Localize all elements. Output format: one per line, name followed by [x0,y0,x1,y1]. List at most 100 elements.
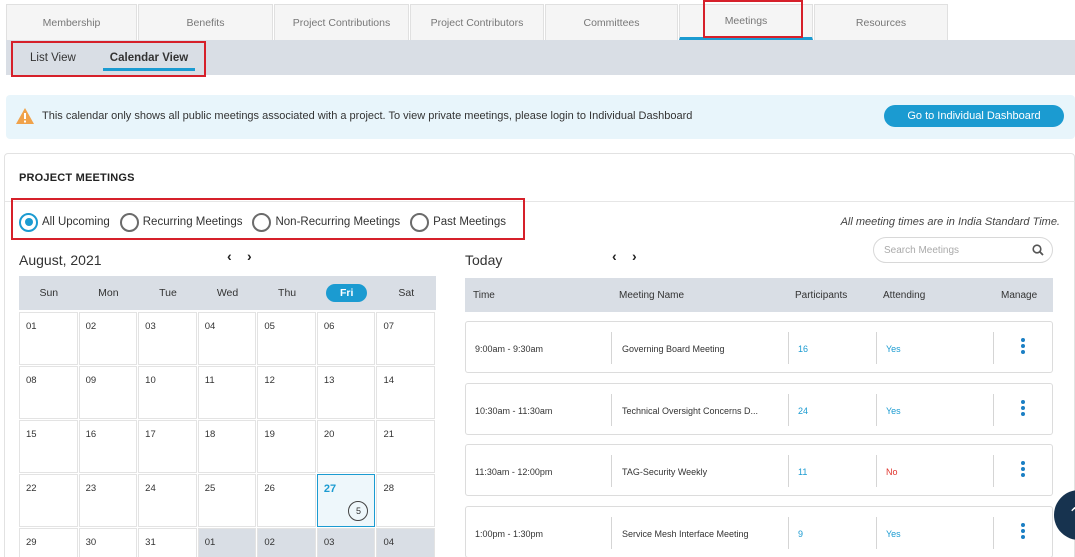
calendar-day[interactable]: 19 [257,420,316,473]
calendar-day[interactable]: 17 [138,420,197,473]
calendar-week: 15 16 17 18 19 20 21 [19,420,436,474]
row-divider [611,517,612,549]
tab-project-contributors[interactable]: Project Contributors [410,4,544,40]
meeting-count-badge: 5 [348,501,369,521]
calendar-prev-icon[interactable]: ‹ [227,248,232,264]
calendar-day[interactable]: 31 [138,528,197,557]
tab-benefits[interactable]: Benefits [138,4,273,40]
calendar-day[interactable]: 16 [78,420,138,473]
calendar-day-next-month[interactable]: 04 [376,528,436,557]
col-manage: Manage [1001,290,1038,301]
calendar-week: 01 02 03 04 05 06 07 [19,312,436,366]
weekday-fri: Fri [317,276,377,310]
meeting-row[interactable]: 11:30am - 12:00pm TAG-Security Weekly 11… [465,444,1053,496]
meeting-participants[interactable]: 24 [798,406,808,416]
top-tabs: Membership Benefits Project Contribution… [6,4,949,40]
calendar-day[interactable]: 29 [19,528,78,557]
calendar-day[interactable]: 24 [138,474,197,527]
meeting-name: Governing Board Meeting [622,344,725,354]
more-options-icon[interactable] [1021,523,1025,541]
info-alert: This calendar only shows all public meet… [6,95,1075,139]
calendar-day[interactable]: 20 [316,420,376,473]
calendar-day-next-month[interactable]: 01 [197,528,257,557]
calendar-day[interactable]: 18 [197,420,257,473]
col-participants: Participants [795,290,848,301]
tab-project-contributions[interactable]: Project Contributions [274,4,409,40]
view-switcher: List View Calendar View [6,40,1075,75]
radio-icon [410,212,430,232]
calendar-day-today[interactable]: 27 5 [316,474,376,527]
search-icon[interactable] [1032,244,1044,256]
calendar-day[interactable]: 08 [19,366,78,419]
radio-icon [119,212,139,232]
search-placeholder: Search Meetings [884,244,960,256]
subtab-list-view-label: List View [30,51,76,64]
calendar-day[interactable]: 02 [78,312,138,365]
meeting-participants[interactable]: 11 [798,467,807,477]
search-meetings-input[interactable]: Search Meetings [873,237,1053,263]
weekday-fri-label: Fri [325,284,368,302]
calendar-day[interactable]: 15 [19,420,78,473]
weekday-sun: Sun [39,287,59,299]
more-options-icon[interactable] [1021,400,1025,418]
calendar-day[interactable]: 03 [138,312,197,365]
tab-resources[interactable]: Resources [814,4,948,40]
today-prev-icon[interactable]: ‹ [612,248,617,264]
calendar-day[interactable]: 13 [316,366,376,419]
weekday-tue: Tue [159,287,177,299]
meeting-row[interactable]: 1:00pm - 1:30pm Service Mesh Interface M… [465,506,1053,557]
meeting-name: Service Mesh Interface Meeting [622,529,749,539]
panel-title: PROJECT MEETINGS [19,172,135,184]
calendar-day[interactable]: 07 [376,312,436,365]
col-meeting-name: Meeting Name [619,290,685,301]
today-next-icon[interactable]: › [632,248,637,264]
col-time: Time [473,290,495,301]
tab-committees[interactable]: Committees [545,4,678,40]
calendar-day[interactable]: 04 [197,312,257,365]
weekday-wed: Wed [216,287,239,299]
row-divider [611,394,612,426]
calendar-day[interactable]: 21 [376,420,436,473]
calendar-day[interactable]: 25 [197,474,257,527]
filter-past-meetings[interactable]: Past Meetings [410,212,506,232]
calendar-day[interactable]: 01 [19,312,78,365]
calendar-day-next-month[interactable]: 02 [257,528,316,557]
calendar-day[interactable]: 12 [257,366,316,419]
more-options-icon[interactable] [1021,461,1025,479]
calendar-day[interactable]: 05 [257,312,316,365]
meeting-name: Technical Oversight Concerns D... [622,406,759,416]
weekday-mon: Mon [98,287,119,299]
calendar-day[interactable]: 26 [257,474,316,527]
meetings-table-header: Time Meeting Name Participants Attending… [465,278,1053,312]
filter-non-recurring-meetings[interactable]: Non-Recurring Meetings [252,212,400,232]
calendar-day-next-month[interactable]: 03 [316,528,376,557]
more-options-icon[interactable] [1021,338,1025,356]
calendar-day[interactable]: 23 [78,474,138,527]
meeting-participants[interactable]: 9 [798,529,803,539]
go-to-individual-dashboard-button[interactable]: Go to Individual Dashboard [884,105,1064,127]
calendar-day[interactable]: 10 [138,366,197,419]
today-date-label: 27 [323,483,337,495]
meeting-row[interactable]: 10:30am - 11:30am Technical Oversight Co… [465,383,1053,435]
meeting-row[interactable]: 9:00am - 9:30am Governing Board Meeting … [465,321,1053,373]
filter-all-upcoming[interactable]: All Upcoming [19,212,110,232]
filter-recurring-meetings[interactable]: Recurring Meetings [119,212,242,232]
tab-meetings[interactable]: Meetings [679,4,813,40]
subtab-calendar-view[interactable]: Calendar View [103,40,195,75]
meeting-time: 10:30am - 11:30am [475,406,553,416]
meeting-participants[interactable]: 16 [798,344,808,354]
calendar-day[interactable]: 28 [376,474,436,527]
calendar-day[interactable]: 11 [197,366,257,419]
tab-membership[interactable]: Membership [6,4,137,40]
calendar-next-icon[interactable]: › [247,248,252,264]
weekday-sat: Sat [398,287,415,299]
meeting-time: 9:00am - 9:30am [475,344,544,354]
subtab-list-view[interactable]: List View [30,40,76,75]
calendar-day[interactable]: 09 [78,366,138,419]
meeting-attending: Yes [886,344,901,354]
calendar-day[interactable]: 30 [78,528,138,557]
calendar-day[interactable]: 22 [19,474,78,527]
calendar-week: 08 09 10 11 12 13 14 [19,366,436,420]
calendar-day[interactable]: 14 [376,366,436,419]
calendar-day[interactable]: 06 [316,312,376,365]
